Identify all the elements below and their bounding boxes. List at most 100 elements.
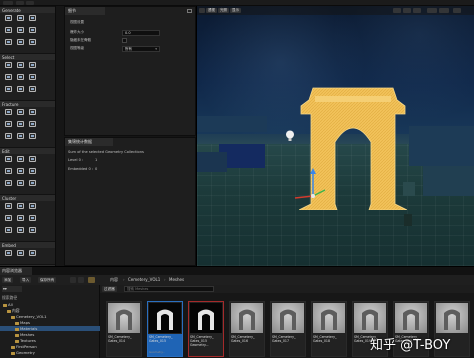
fracture-tool-button[interactable] xyxy=(3,27,14,38)
import-button[interactable]: 导入 xyxy=(20,277,32,283)
fracture-tool-button[interactable] xyxy=(27,156,38,167)
fracture-tool-button[interactable] xyxy=(15,133,26,144)
fracture-tool-button[interactable] xyxy=(3,227,14,238)
fracture-tool-button[interactable] xyxy=(27,15,38,26)
tree-folder-item[interactable]: Cemetery_VOL1 xyxy=(11,314,47,319)
fracture-tool-button[interactable] xyxy=(3,39,14,50)
tree-folder-item[interactable]: Textures xyxy=(15,338,36,343)
lit-button[interactable]: 光照 xyxy=(218,8,229,13)
tree-folder-item[interactable]: All xyxy=(3,302,13,307)
tool-section-header[interactable]: Generate xyxy=(0,6,55,13)
explode-amount-field[interactable]: 0.0 xyxy=(122,30,160,36)
fracture-tool-button[interactable] xyxy=(15,39,26,50)
fracture-tool-button[interactable] xyxy=(15,27,26,38)
hide-unselected-checkbox[interactable] xyxy=(122,38,127,43)
fracture-tool-button[interactable] xyxy=(15,250,26,261)
rotate-tool-icon[interactable] xyxy=(403,8,411,13)
asset-tile[interactable]: SM_Cemetery_ Gates_015 Geometry... xyxy=(188,301,224,357)
back-icon[interactable] xyxy=(70,277,76,283)
fracture-tool-button[interactable] xyxy=(15,203,26,214)
grid-snap-button[interactable] xyxy=(427,8,437,13)
fracture-tool-button[interactable] xyxy=(3,180,14,191)
fracture-tool-button[interactable] xyxy=(27,180,38,191)
fracture-tool-button[interactable] xyxy=(27,168,38,179)
fracture-tool-button[interactable] xyxy=(27,250,38,261)
transform-gizmo-icon[interactable] xyxy=(293,166,333,206)
fracture-tool-button[interactable] xyxy=(3,121,14,132)
close-icon[interactable] xyxy=(187,9,192,13)
fracture-tool-button[interactable] xyxy=(3,215,14,226)
tool-section-header[interactable]: Fracture xyxy=(0,100,55,107)
fracture-tool-button[interactable] xyxy=(3,168,14,179)
top-tab[interactable] xyxy=(3,1,13,5)
tree-folder-item[interactable]: Meshes xyxy=(15,332,34,337)
view-level-select[interactable]: 所有 xyxy=(122,46,160,52)
fracture-tool-button[interactable] xyxy=(3,250,14,261)
tool-section-header[interactable]: Select xyxy=(0,53,55,60)
fracture-tool-button[interactable] xyxy=(3,74,14,85)
top-tab[interactable] xyxy=(26,1,34,5)
camera-speed-button[interactable] xyxy=(453,8,461,13)
forward-icon[interactable] xyxy=(78,277,84,283)
asset-tile[interactable]: SM_Cemetery_ Gates_017 xyxy=(270,301,306,357)
point-light-icon[interactable] xyxy=(285,130,295,142)
asset-tile[interactable]: SM_Cemetery_ Gates_016 xyxy=(229,301,265,357)
fracture-tool-button[interactable] xyxy=(15,62,26,73)
asset-tile[interactable]: SM_Cemetery_ Gates_018 xyxy=(311,301,347,357)
scene-block[interactable] xyxy=(409,126,474,166)
fracture-tool-button[interactable] xyxy=(3,15,14,26)
fracture-tool-button[interactable] xyxy=(3,62,14,73)
tree-folder-item[interactable]: Maps xyxy=(15,320,30,325)
fracture-tool-button[interactable] xyxy=(15,156,26,167)
perspective-button[interactable]: 透视 xyxy=(206,8,217,13)
fracture-tool-button[interactable] xyxy=(3,203,14,214)
fracture-tool-button[interactable] xyxy=(15,121,26,132)
scene-block[interactable] xyxy=(404,214,412,226)
fracture-tool-button[interactable] xyxy=(27,227,38,238)
fracture-tool-button[interactable] xyxy=(15,109,26,120)
move-tool-icon[interactable] xyxy=(393,8,401,13)
tree-folder-item[interactable]: FirstPerson xyxy=(11,344,37,349)
angle-snap-button[interactable] xyxy=(439,8,449,13)
fracture-tool-button[interactable] xyxy=(15,74,26,85)
fracture-tool-button[interactable] xyxy=(3,86,14,97)
asset-tile[interactable]: SM_Cemetery_ Gates_015 Geometry... xyxy=(147,301,183,357)
fracture-tool-button[interactable] xyxy=(27,121,38,132)
fracture-tool-button[interactable] xyxy=(27,62,38,73)
filters-button[interactable]: 过滤器 xyxy=(102,286,117,292)
fracture-tool-button[interactable] xyxy=(15,168,26,179)
scene-block[interactable] xyxy=(197,116,267,132)
scale-tool-icon[interactable] xyxy=(413,8,421,13)
fracture-tool-button[interactable] xyxy=(15,86,26,97)
fracture-tool-button[interactable] xyxy=(27,133,38,144)
save-all-button[interactable]: 保存所有 xyxy=(38,277,57,283)
view-settings-group[interactable]: 视图设置 xyxy=(67,19,195,27)
fracture-tool-button[interactable] xyxy=(3,109,14,120)
tool-section-header[interactable]: Cluster xyxy=(0,194,55,201)
fracture-tool-button[interactable] xyxy=(15,227,26,238)
fracture-tool-button[interactable] xyxy=(3,133,14,144)
fracture-tool-button[interactable] xyxy=(27,203,38,214)
tool-section-header[interactable]: Embed xyxy=(0,241,55,248)
fracture-tool-button[interactable] xyxy=(27,27,38,38)
scene-block[interactable] xyxy=(423,166,474,196)
add-button[interactable]: 添加 xyxy=(2,277,14,283)
tree-folder-item[interactable]: Geometry xyxy=(11,350,35,355)
folder-icon[interactable] xyxy=(88,277,95,283)
tree-folder-item[interactable]: 内容 xyxy=(7,308,20,313)
asset-search-input[interactable]: 搜索 Meshes xyxy=(124,286,214,292)
fracture-tool-button[interactable] xyxy=(3,156,14,167)
viewport-options-button[interactable] xyxy=(199,8,205,13)
level-viewport[interactable]: 透视 光照 显示 xyxy=(196,6,474,266)
show-button[interactable]: 显示 xyxy=(230,8,241,13)
details-tab[interactable]: 细节 xyxy=(65,7,105,15)
content-browser-tab[interactable]: 内容浏览器 xyxy=(0,267,32,275)
fracture-tool-button[interactable] xyxy=(27,39,38,50)
fracture-tool-button[interactable] xyxy=(27,215,38,226)
breadcrumb-cemetery[interactable]: Cemetery_VOL1 xyxy=(128,277,160,283)
statistics-tab[interactable]: 集锦统计数据 xyxy=(65,138,113,146)
fracture-tool-button[interactable] xyxy=(15,180,26,191)
scene-block[interactable] xyxy=(197,152,227,172)
tree-folder-item[interactable]: Materials xyxy=(15,326,37,331)
tool-section-header[interactable]: Edit xyxy=(0,147,55,154)
